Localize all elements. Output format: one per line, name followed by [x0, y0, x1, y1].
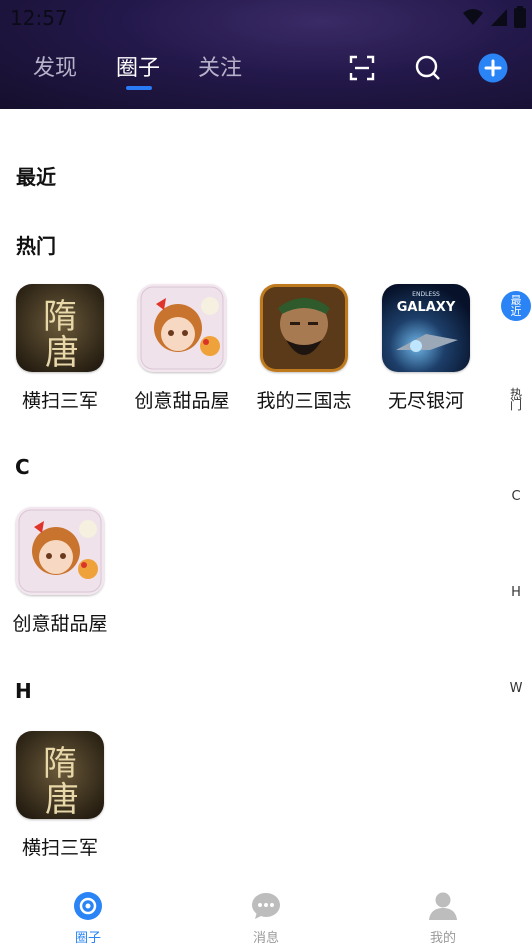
index-item-recent[interactable]: 最 近	[501, 291, 531, 321]
signal-icon	[491, 9, 507, 26]
scan-button[interactable]	[347, 53, 377, 83]
add-button[interactable]	[478, 53, 508, 83]
search-icon	[415, 55, 440, 80]
section-title-hot: 热门	[16, 234, 56, 258]
suitang-game-icon: 隋 唐	[16, 731, 104, 819]
index-item-h[interactable]: H	[500, 585, 532, 600]
suitang-game-icon: 隋 唐	[16, 284, 104, 372]
svg-text:隋: 隋	[43, 297, 77, 337]
top-tabs: 发现 圈子 关注	[0, 50, 532, 90]
index-item-c[interactable]: C	[500, 489, 532, 504]
svg-text:ENDLESS: ENDLESS	[412, 291, 440, 298]
galaxy-game-icon: ENDLESS GALAXY	[382, 284, 470, 372]
top-header: 12:57 发现 圈子 关注	[0, 0, 532, 109]
bottom-nav: 圈子 消息 我的	[0, 879, 532, 947]
tab-circle[interactable]: 圈子	[116, 50, 160, 82]
svg-text:唐: 唐	[45, 333, 79, 372]
svg-text:唐: 唐	[45, 780, 79, 819]
nav-label: 我的	[429, 931, 456, 946]
scan-icon	[349, 55, 375, 81]
section-title-recent: 最近	[16, 165, 56, 189]
game-item-hengsao-h[interactable]: 隋 唐 横扫三军	[8, 731, 112, 860]
circle-list: 最近 热门 隋 唐 横扫三军 创意甜品屋 我的三国志 ENDLESS GALAX…	[0, 109, 532, 879]
section-title-h: H	[15, 679, 32, 703]
svg-text:GALAXY: GALAXY	[397, 300, 456, 315]
game-item-galaxy[interactable]: ENDLESS GALAXY 无尽银河	[374, 284, 478, 413]
chat-bubble-icon	[252, 893, 280, 919]
game-label: 我的三国志	[256, 390, 352, 412]
game-label: 无尽银河	[387, 390, 464, 412]
alphabet-index[interactable]: 最 近 热门 C H W	[500, 285, 532, 705]
person-icon	[429, 892, 457, 920]
dessert-game-icon	[138, 284, 226, 372]
svg-text:隋: 隋	[43, 744, 77, 784]
game-label: 创意甜品屋	[134, 390, 230, 412]
tab-discover[interactable]: 发现	[33, 50, 77, 82]
status-bar: 12:57	[0, 0, 532, 36]
section-title-c: C	[15, 455, 30, 479]
status-icons	[462, 6, 526, 28]
nav-label: 消息	[252, 931, 279, 946]
search-button[interactable]	[413, 53, 443, 83]
plus-circle-icon	[478, 53, 508, 83]
game-label: 横扫三军	[21, 837, 98, 859]
dessert-game-icon	[16, 507, 104, 595]
tab-follow[interactable]: 关注	[198, 50, 242, 82]
index-item-w[interactable]: W	[500, 681, 532, 696]
game-item-hengsao[interactable]: 隋 唐 横扫三军	[8, 284, 112, 413]
active-tab-indicator	[126, 86, 152, 90]
game-label: 创意甜品屋	[12, 613, 108, 635]
battery-icon	[514, 6, 526, 28]
wifi-icon	[463, 9, 483, 25]
index-item-hot[interactable]: 热门	[510, 388, 522, 411]
status-time: 12:57	[10, 6, 68, 30]
game-label: 横扫三军	[21, 390, 98, 412]
game-item-dessert[interactable]: 创意甜品屋	[130, 284, 234, 413]
nav-circle[interactable]: 圈子	[48, 891, 128, 946]
nav-messages[interactable]: 消息	[226, 891, 306, 946]
nav-profile[interactable]: 我的	[403, 891, 483, 946]
game-item-sanguo[interactable]: 我的三国志	[252, 284, 356, 413]
circle-icon	[74, 892, 102, 920]
three-kingdoms-game-icon	[260, 284, 348, 372]
game-item-dessert-c[interactable]: 创意甜品屋	[8, 507, 112, 636]
nav-label: 圈子	[74, 931, 101, 946]
